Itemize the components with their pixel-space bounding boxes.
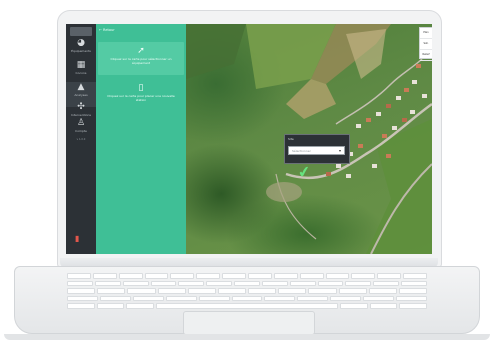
pdf-icon[interactable]: ▮ — [75, 234, 79, 243]
app-screen: ◕ Équipements ▦ Cocons ▲ Analyses ✣ Inte… — [66, 24, 432, 254]
select-equipment-card[interactable]: ➚ Cliquez sur la carte pour sélectionner… — [98, 42, 184, 75]
trackpad — [183, 311, 315, 335]
laptop-base — [14, 266, 480, 335]
cursor-icon: ➚ — [137, 46, 145, 56]
site-popup: Site Sélectionner ▾ — [284, 134, 350, 164]
grid-icon: ▦ — [76, 60, 86, 70]
document-icon: ▯ — [138, 83, 144, 93]
keyboard — [67, 273, 428, 309]
site-select[interactable]: Sélectionner ▾ — [288, 146, 345, 155]
user-icon: ♙ — [76, 118, 86, 128]
site-select-placeholder: Sélectionner — [292, 149, 311, 153]
satellite-map[interactable]: Plan Sat. Relief Site Sélectionner ▾ ✔ — [186, 24, 432, 254]
layer-option-relief[interactable]: Relief — [420, 50, 432, 61]
nav-sidebar: ◕ Équipements ▦ Cocons ▲ Analyses ✣ Inte… — [66, 24, 96, 254]
tools-icon: ✣ — [77, 102, 85, 112]
laptop-foot — [4, 334, 490, 340]
back-link[interactable]: ← Retour — [99, 28, 115, 32]
action-panel: ← Retour ➚ Cliquez sur la carte pour sél… — [96, 24, 186, 254]
helmet-icon: ◕ — [77, 38, 85, 48]
version-label: v 1.0.0 — [76, 138, 86, 141]
chevron-down-icon: ▾ — [338, 148, 341, 153]
layer-option-satellite[interactable]: Sat. — [420, 39, 432, 50]
location-marker-icon[interactable]: ✔ — [296, 162, 312, 182]
map-layer-control[interactable]: Plan Sat. Relief — [419, 27, 432, 61]
chart-icon: ▲ — [77, 82, 85, 92]
place-station-card[interactable]: ▯ Cliquez sur la carte pour placer une n… — [98, 79, 184, 112]
popup-title: Site — [288, 137, 294, 141]
brand-logo — [70, 27, 92, 36]
layer-option-plan[interactable]: Plan — [420, 28, 432, 39]
